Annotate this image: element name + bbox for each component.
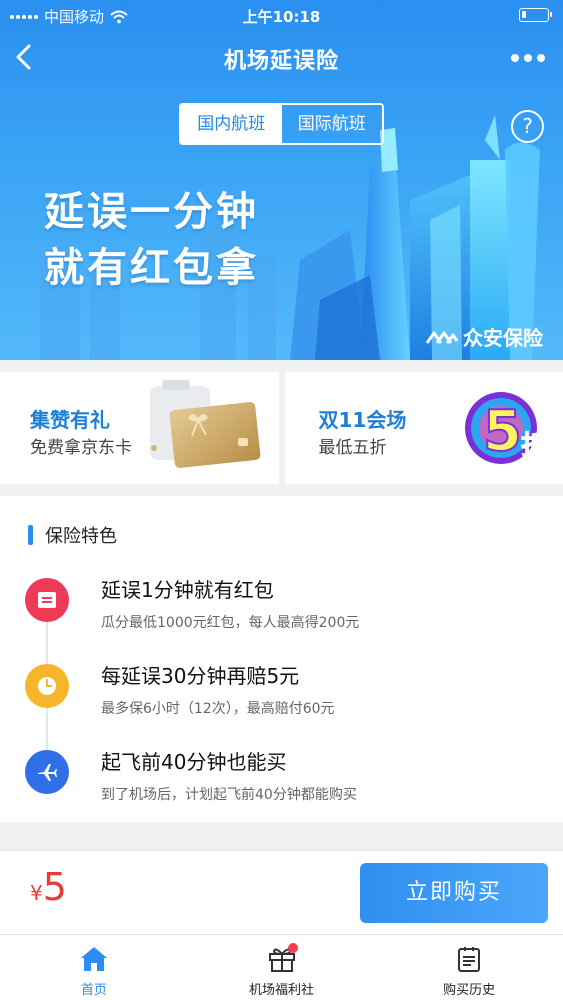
- badge-number: 5: [483, 399, 522, 464]
- feature-title: 每延误30分钟再赔5元: [101, 664, 300, 688]
- price-value: 5: [42, 865, 67, 909]
- status-bar: 中国移动 上午10:18: [0, 0, 563, 30]
- more-menu-icon[interactable]: [511, 48, 547, 68]
- nav-bar: 机场延误险: [0, 36, 563, 80]
- feature-item: 每延误30分钟再赔5元 最多保6小时（12次），最高赔付60元: [0, 660, 563, 720]
- tab-label: 首页: [80, 983, 107, 998]
- promo-card-likes-gift[interactable]: 集赞有礼 免费拿京东卡: [0, 372, 279, 484]
- tab-domestic[interactable]: 国内航班: [181, 105, 282, 143]
- bottom-tab-bar: 首页 机场福利社 购买历史: [0, 934, 563, 1000]
- home-icon: [80, 947, 107, 971]
- banner-slogan: 延误一分钟 就有红包拿: [44, 184, 259, 296]
- promo-subtitle: 最低五折: [318, 438, 387, 458]
- zhongan-logo-icon: [425, 331, 459, 344]
- airplane-icon: [25, 750, 69, 794]
- badge-text: 折: [521, 431, 547, 461]
- red-envelope-icon: [25, 578, 69, 622]
- section-accent-bar: [28, 525, 33, 545]
- history-icon: [458, 947, 481, 972]
- help-icon[interactable]: ?: [511, 110, 544, 143]
- purchase-bar: ¥5 立即购买: [0, 850, 563, 934]
- tab-purchase-history[interactable]: 购买历史: [375, 935, 563, 1000]
- feature-title: 起飞前40分钟也能买: [101, 750, 287, 774]
- brand-name: 众安保险: [463, 326, 543, 350]
- notification-dot: [287, 943, 298, 953]
- promo-subtitle: 免费拿京东卡: [30, 438, 132, 458]
- buy-now-button[interactable]: 立即购买: [360, 863, 548, 923]
- promo-card-double11[interactable]: 双11会场 最低五折 5 折: [284, 372, 563, 484]
- page-title: 机场延误险: [223, 49, 339, 74]
- promo-title: 双11会场: [318, 408, 407, 432]
- feature-item: 延误1分钟就有红包 瓜分最低1000元红包，每人最高得200元: [0, 574, 563, 634]
- discount-badge-icon: 5 折: [465, 392, 548, 465]
- slogan-line-1: 延误一分钟: [44, 189, 259, 235]
- status-time: 上午10:18: [242, 8, 321, 26]
- brand-logo: 众安保险: [425, 322, 543, 351]
- gift-card-icon: [150, 380, 261, 468]
- features-section: 保险特色 延误1分钟就有红包 瓜分最低1000元红包，每人最高得200元 每延误…: [0, 496, 563, 822]
- feature-desc: 最多保6小时（12次），最高赔付60元: [101, 701, 335, 717]
- promo-row: 集赞有礼 免费拿京东卡 双11会场 最低五折 5 折: [0, 372, 563, 484]
- section-header: 保险特色: [28, 522, 117, 548]
- hero-banner: 中国移动 上午10:18 机场延误险 国内航班 国际航班 ? 延误一分钟 就有红…: [0, 0, 563, 360]
- price-display: ¥5: [30, 865, 67, 909]
- tab-label: 购买历史: [443, 983, 496, 998]
- feature-desc: 瓜分最低1000元红包，每人最高得200元: [101, 615, 360, 631]
- currency-symbol: ¥: [30, 881, 43, 905]
- tab-home[interactable]: 首页: [0, 935, 188, 1000]
- flight-type-tabs: 国内航班 国际航班: [179, 103, 384, 145]
- feature-desc: 到了机场后，计划起飞前40分钟都能购买: [101, 787, 357, 803]
- tab-international[interactable]: 国际航班: [282, 105, 383, 143]
- tab-airport-welfare[interactable]: 机场福利社: [188, 935, 376, 1000]
- battery-icon: [519, 8, 552, 22]
- section-title: 保险特色: [45, 526, 117, 547]
- slogan-line-2: 就有红包拿: [44, 245, 259, 291]
- tab-label: 机场福利社: [249, 983, 315, 998]
- promo-title: 集赞有礼: [30, 408, 110, 432]
- feature-title: 延误1分钟就有红包: [101, 578, 274, 602]
- feature-item: 起飞前40分钟也能买 到了机场后，计划起飞前40分钟都能购买: [0, 746, 563, 806]
- clock-icon: [25, 664, 69, 708]
